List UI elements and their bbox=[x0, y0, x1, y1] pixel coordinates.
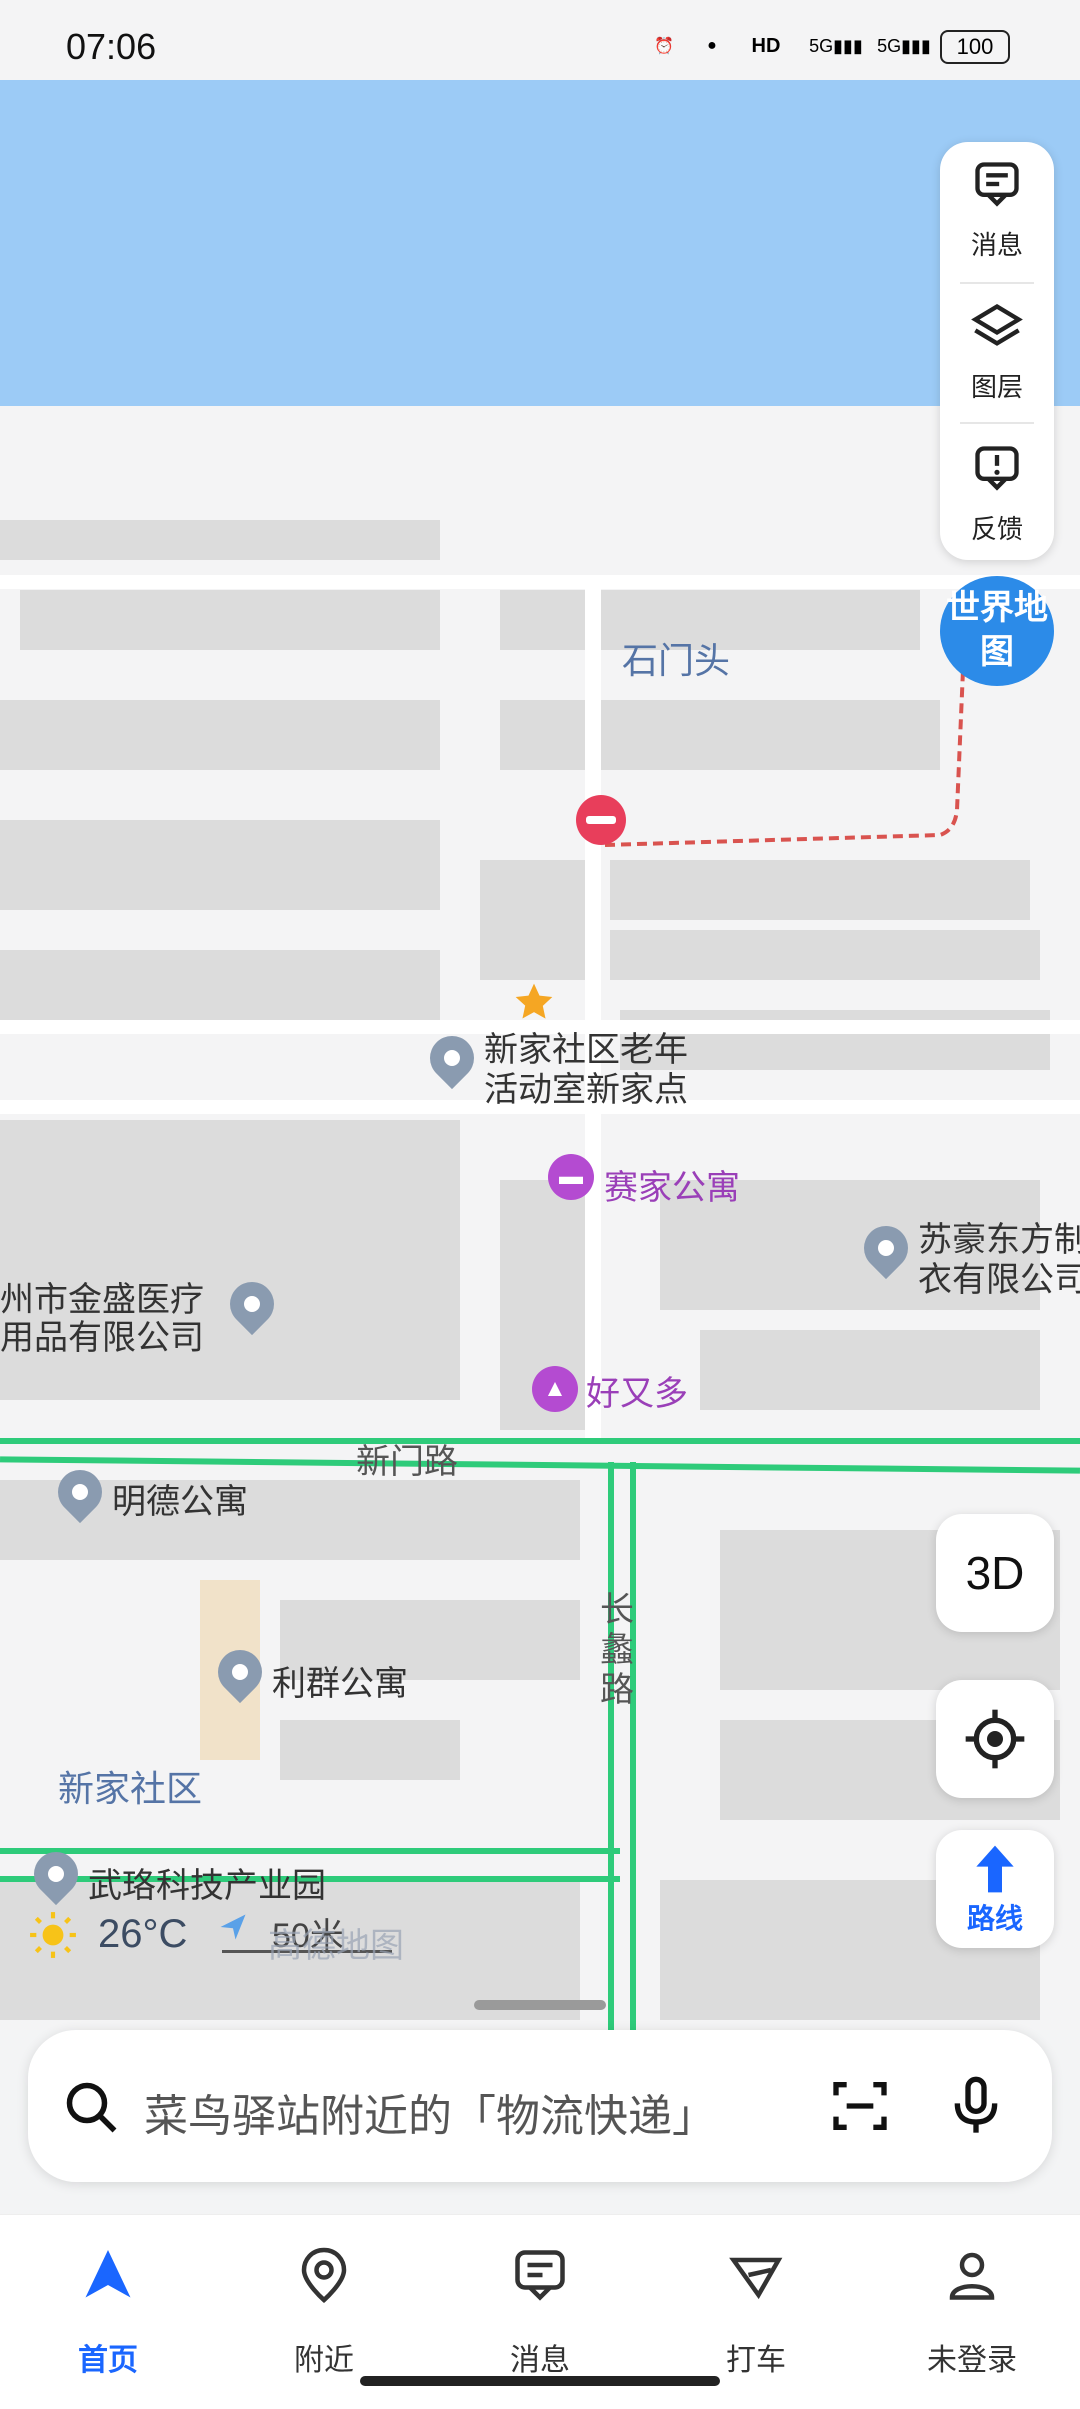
road-label: 新门路 bbox=[356, 1443, 458, 1481]
drag-handle[interactable] bbox=[474, 2000, 606, 2010]
tab-nearby[interactable]: 附近 bbox=[244, 2235, 404, 2377]
layers-icon bbox=[971, 303, 1023, 346]
tab-profile[interactable]: 未登录 bbox=[892, 2235, 1052, 2377]
route-label: 路线 bbox=[966, 1903, 1023, 1934]
layers-label: 图层 bbox=[970, 372, 1023, 402]
building bbox=[0, 700, 440, 770]
signal-5g-icon: 5G▮▮▮ bbox=[809, 35, 863, 56]
tab-profile-label: 未登录 bbox=[927, 2344, 1017, 2377]
layers-button[interactable]: 图层 bbox=[940, 284, 1054, 416]
location-pin-icon bbox=[301, 2247, 347, 2303]
road-label: 长蠡路 bbox=[600, 1591, 634, 1709]
tab-home[interactable]: 首页 bbox=[28, 2235, 188, 2377]
taxi-flag-icon bbox=[729, 2257, 783, 2300]
scan-icon[interactable] bbox=[828, 2074, 892, 2138]
microphone-icon[interactable] bbox=[944, 2074, 1008, 2138]
place-label[interactable]: 衣有限公司 bbox=[918, 1252, 1080, 1301]
building bbox=[610, 860, 1030, 920]
map-tools-panel: 消息 图层 反馈 bbox=[940, 142, 1054, 560]
building bbox=[0, 520, 440, 560]
weather-temp[interactable]: 26°C bbox=[98, 1912, 187, 1957]
feedback-button[interactable]: 反馈 bbox=[940, 426, 1054, 558]
home-indicator[interactable] bbox=[360, 2376, 720, 2386]
road-changlei bbox=[608, 1462, 614, 2030]
navigation-icon bbox=[85, 2250, 131, 2298]
no-entry-icon[interactable] bbox=[576, 795, 626, 845]
clock: 07:06 bbox=[66, 26, 157, 67]
place-label[interactable]: 石门头 bbox=[622, 632, 730, 684]
watermark: 高德地图 bbox=[268, 1927, 404, 1965]
battery-icon: 100 bbox=[940, 30, 1010, 64]
dashed-route bbox=[604, 669, 965, 847]
feedback-label: 反馈 bbox=[970, 514, 1023, 544]
road bbox=[0, 575, 1080, 589]
route-button[interactable]: 路线 bbox=[936, 1830, 1054, 1948]
message-icon bbox=[515, 2250, 565, 2301]
road-changlei bbox=[630, 1462, 636, 2030]
world-map-button[interactable]: 世界地图 bbox=[940, 576, 1054, 686]
navigation-arrow-icon bbox=[218, 1912, 248, 1942]
feedback-icon bbox=[975, 446, 1019, 491]
tab-nearby-label: 附近 bbox=[294, 2344, 354, 2377]
shopping-cart-icon[interactable]: ▲ bbox=[532, 1366, 578, 1412]
tab-home-label: 首页 bbox=[78, 2344, 138, 2377]
alarm-icon: ⏰ bbox=[654, 38, 674, 55]
3d-button[interactable]: 3D bbox=[936, 1514, 1054, 1632]
message-icon bbox=[975, 162, 1019, 207]
tab-taxi-label: 打车 bbox=[726, 2344, 786, 2377]
place-label[interactable]: 新家社区 bbox=[58, 1760, 202, 1812]
place-label[interactable]: 好又多 bbox=[586, 1366, 688, 1415]
building bbox=[480, 860, 590, 980]
place-label[interactable]: 明德公寓 bbox=[112, 1474, 248, 1523]
road-south bbox=[0, 1848, 620, 1854]
search-bar[interactable]: 菜鸟驿站附近的「物流快递」 bbox=[28, 2030, 1052, 2182]
hd-icon: HD bbox=[751, 34, 781, 57]
star-icon[interactable] bbox=[512, 980, 556, 1024]
messages-button[interactable]: 消息 bbox=[940, 142, 1054, 274]
place-label[interactable]: 利群公寓 bbox=[272, 1656, 408, 1705]
hotel-icon[interactable]: ▬ bbox=[548, 1154, 594, 1200]
building bbox=[610, 930, 1040, 980]
user-icon bbox=[949, 2252, 995, 2300]
sun-icon bbox=[28, 1910, 78, 1960]
road-xinmen bbox=[0, 1456, 1080, 1474]
map-canvas[interactable]: 石门头 新家社区老年 活动室新家点 ▬ 赛家公寓 苏豪东方制 衣有限公司 州市金… bbox=[0, 0, 1080, 2030]
road-xinmen bbox=[0, 1438, 1080, 1444]
location-pin-icon[interactable] bbox=[420, 1026, 484, 1090]
status-bar: 07:06 ⏰ ● HD 5G▮▮▮ 5G▮▮▮ 100 bbox=[0, 0, 1080, 96]
river bbox=[0, 80, 1080, 406]
search-icon bbox=[66, 2082, 117, 2133]
building bbox=[280, 1720, 460, 1780]
tab-taxi[interactable]: 打车 bbox=[676, 2235, 836, 2377]
route-arrow-icon bbox=[976, 1845, 1014, 1893]
divider bbox=[960, 422, 1034, 424]
building bbox=[0, 820, 440, 910]
messages-label: 消息 bbox=[970, 230, 1023, 260]
crosshair-icon bbox=[965, 1709, 1025, 1769]
location-icon: ● bbox=[707, 37, 717, 54]
place-label[interactable]: 赛家公寓 bbox=[604, 1160, 740, 1209]
place-label[interactable]: 用品有限公司 bbox=[0, 1310, 204, 1359]
place-label[interactable]: 活动室新家点 bbox=[484, 1062, 688, 1111]
locate-button[interactable] bbox=[936, 1680, 1054, 1798]
building bbox=[20, 590, 440, 650]
place-label[interactable]: 武珞科技产业园 bbox=[88, 1858, 326, 1907]
tab-messages-label: 消息 bbox=[510, 2344, 570, 2377]
building bbox=[0, 950, 440, 1020]
search-input[interactable]: 菜鸟驿站附近的「物流快递」 bbox=[144, 2080, 716, 2144]
building bbox=[700, 1330, 1040, 1410]
tab-messages[interactable]: 消息 bbox=[460, 2235, 620, 2377]
signal-5g-icon-2: 5G▮▮▮ bbox=[877, 35, 931, 56]
